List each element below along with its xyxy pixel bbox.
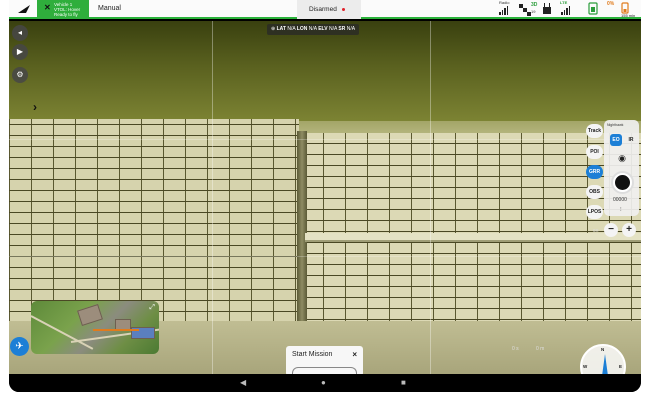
crosshair-icon: ⊕	[271, 26, 276, 32]
camera-image-ceiling	[9, 21, 641, 121]
settings-icon: ⚙	[16, 70, 24, 79]
controller-battery-icon[interactable]	[587, 2, 599, 15]
elv-label: ELV	[318, 26, 328, 32]
system-nav-bar: ◀ ● ■	[9, 374, 641, 392]
close-mission-button[interactable]: ×	[352, 350, 357, 359]
zoom-out-button[interactable]: −	[604, 223, 618, 237]
vehicle-ready: Ready to fly	[54, 12, 78, 17]
grid-line	[212, 21, 213, 374]
settings-button[interactable]: ⚙	[12, 67, 28, 83]
camera-switch-icon[interactable]: ◉	[615, 153, 629, 163]
map-route	[93, 329, 139, 331]
tablet-screen: ✕ Vehicle 1 VTOL: Hover Ready to fly Man…	[9, 0, 641, 392]
eo-button[interactable]: EO	[610, 134, 622, 146]
lte-signal-icon[interactable]	[561, 6, 570, 15]
sr-label: SR	[338, 26, 346, 32]
lon-value: N/A	[308, 26, 317, 32]
track-button[interactable]: Track	[586, 124, 603, 138]
start-mission-title: Start Mission	[292, 351, 333, 358]
grid-line	[430, 21, 431, 374]
top-status-bar: ✕ Vehicle 1 VTOL: Hover Ready to fly Man…	[9, 0, 641, 19]
arm-status-button[interactable]: Disarmed	[297, 0, 361, 19]
nav-recent-icon[interactable]: ■	[401, 378, 406, 387]
shutter-button[interactable]	[611, 171, 634, 194]
elv-value: N/A	[328, 26, 338, 32]
back-button[interactable]: ◂	[12, 25, 28, 41]
camera-image-pillar	[297, 131, 307, 321]
ir-button[interactable]: IR	[625, 134, 637, 146]
arm-status-label: Disarmed	[309, 6, 337, 13]
grr-button[interactable]: GRR	[586, 165, 603, 179]
sr-value: N/A	[346, 26, 356, 32]
play-button[interactable]: ▶	[12, 44, 28, 60]
gimbal-sliders-icon[interactable]: ⫶	[620, 207, 622, 214]
expand-panel-chevron-icon[interactable]: ›	[33, 100, 37, 114]
lpos-button[interactable]: LPOS	[586, 205, 603, 219]
gps-count: 19	[531, 9, 536, 14]
compass-east: E	[619, 364, 623, 369]
shutter-icon	[615, 175, 630, 190]
minimap[interactable]: ⤢	[31, 301, 159, 354]
camera-image-shelf	[305, 233, 641, 242]
camera-name: Nighthawk	[607, 123, 624, 127]
disarmed-dot-icon	[341, 7, 345, 11]
zoom-in-button[interactable]: +	[622, 223, 636, 237]
poi-button[interactable]: POI	[586, 145, 603, 159]
telemetry-distance: 0 m	[536, 346, 545, 352]
flight-mode[interactable]: Manual	[98, 5, 121, 12]
lat-label: LAT	[276, 26, 286, 32]
app-logo-icon[interactable]	[16, 3, 32, 15]
obs-button[interactable]: OBS	[586, 185, 603, 199]
lte-label: LTE	[560, 0, 568, 5]
gps-readout: ⊕ LAT N/A LON N/A ELV N/A SR N/A	[267, 24, 360, 35]
telemetry-time: 0 s	[512, 346, 519, 352]
photo-counter: 00000	[613, 197, 627, 203]
satellite-icon[interactable]	[519, 4, 531, 16]
battery-percent: 0%	[607, 1, 615, 7]
flight-time: 155 min	[621, 13, 636, 18]
map-building	[77, 303, 103, 327]
radio-label: Radio	[499, 0, 510, 5]
nav-back-icon[interactable]: ◀	[240, 378, 246, 387]
nav-home-icon[interactable]: ●	[321, 378, 326, 387]
vehicle-x-icon: ✕	[44, 3, 51, 12]
zoom-level: 0X	[593, 228, 599, 233]
compass-needle-icon	[602, 354, 608, 376]
gps-fix-label: 3D	[531, 2, 538, 8]
radio-signal-icon[interactable]	[499, 6, 508, 15]
compass-north: N	[601, 347, 605, 352]
fly-mode-button[interactable]: ✈	[10, 337, 29, 356]
back-icon: ◂	[17, 28, 22, 37]
lat-value: N/A	[287, 26, 296, 32]
lon-label: LON	[296, 26, 308, 32]
grid-line	[9, 256, 641, 257]
plane-icon: ✈	[15, 341, 24, 352]
start-mission-panel: Start Mission ×	[286, 346, 363, 376]
grid-line	[9, 139, 641, 140]
rc-remote-icon[interactable]	[541, 3, 553, 15]
compass-west: W	[583, 364, 588, 369]
play-icon: ▶	[16, 47, 24, 56]
expand-map-icon[interactable]: ⤢	[149, 304, 155, 312]
vehicle-status-box[interactable]: ✕ Vehicle 1 VTOL: Hover Ready to fly	[37, 0, 89, 19]
